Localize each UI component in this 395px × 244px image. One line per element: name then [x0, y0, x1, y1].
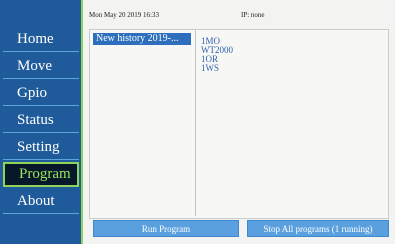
sidebar-item-gpio[interactable]: Gpio — [3, 81, 79, 106]
sidebar-item-label: Program — [19, 166, 71, 182]
sidebar-item-label: Move — [17, 58, 52, 74]
program-line: 1WS — [201, 63, 219, 73]
ip-status-label: IP: none — [241, 11, 265, 19]
run-program-button[interactable]: Run Program — [93, 220, 239, 237]
stop-all-programs-button[interactable]: Stop All programs (1 running) — [247, 220, 389, 237]
sidebar-item-label: Status — [17, 112, 54, 128]
sidebar-item-setting[interactable]: Setting — [3, 135, 79, 160]
sidebar-item-label: Gpio — [17, 85, 47, 101]
program-line: 1OR — [201, 54, 219, 64]
program-details: 1MO WT2000 1OR 1WS — [201, 37, 381, 73]
sidebar-item-label: Setting — [17, 139, 60, 155]
sidebar-item-status[interactable]: Status — [3, 108, 79, 133]
sidebar-item-about[interactable]: About — [3, 189, 79, 214]
sidebar-nav: Home Move Gpio Status Setting Program Ab… — [0, 0, 83, 244]
sidebar-item-label: Home — [17, 31, 54, 47]
program-list-item[interactable]: New history 2019-... — [93, 33, 191, 45]
sidebar-item-program[interactable]: Program — [3, 162, 79, 187]
sidebar-item-home[interactable]: Home — [3, 27, 79, 52]
status-header: Mon May 20 2019 16:33 IP: none — [89, 11, 389, 23]
program-line: WT2000 — [201, 45, 233, 55]
sidebar-item-move[interactable]: Move — [3, 54, 79, 79]
sidebar-item-label: About — [17, 193, 55, 209]
program-list[interactable]: New history 2019-... — [93, 30, 196, 216]
datetime-label: Mon May 20 2019 16:33 — [89, 11, 159, 19]
